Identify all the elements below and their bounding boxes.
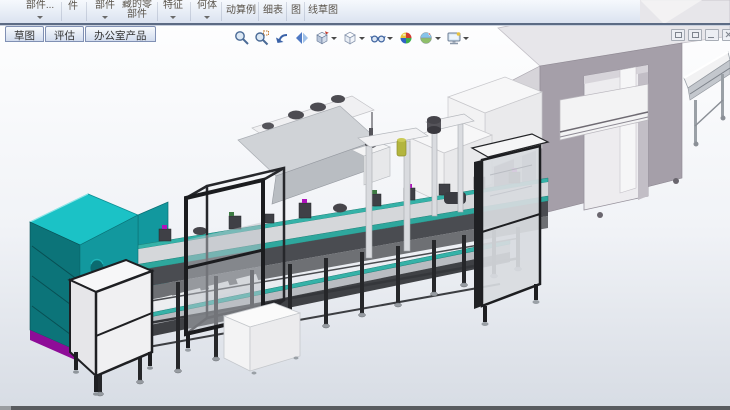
heads-up-view-toolbar: [233, 29, 471, 47]
ribbon-button-show-hidden-components[interactable]: 藏的零部件: [119, 0, 155, 20]
command-manager-ribbon: 部件... 件 部件 藏的零部件 特征 何体 动算例 细表 图: [0, 0, 730, 23]
dropdown-caret-icon[interactable]: [387, 37, 393, 40]
document-window-controls: [671, 29, 730, 41]
tab-sketch[interactable]: 草图: [5, 26, 44, 42]
dropdown-caret-icon[interactable]: [359, 37, 365, 40]
ribbon-button-move-component[interactable]: 部件: [90, 1, 120, 11]
ribbon-separator: [221, 2, 222, 21]
ribbon-separator: [61, 2, 62, 21]
edit-appearance-icon[interactable]: [397, 29, 415, 47]
ribbon-divider: [0, 23, 730, 25]
taskbar-edge-left: [0, 406, 11, 410]
hide-show-items-icon[interactable]: [369, 29, 395, 47]
ribbon-separator: [190, 2, 191, 21]
ribbon-button-assembly-features[interactable]: 特征: [160, 1, 186, 11]
ribbon-button-reference-geometry[interactable]: 何体: [194, 1, 220, 11]
ribbon-separator: [258, 2, 259, 21]
tab-evaluate[interactable]: 评估: [45, 26, 84, 42]
tab-office-products[interactable]: 办公室产品: [85, 26, 156, 42]
ribbon-button-insert-components[interactable]: 部件...: [20, 1, 60, 11]
dropdown-caret-icon[interactable]: [435, 37, 441, 40]
dropdown-caret-icon[interactable]: [331, 37, 337, 40]
ribbon-separator: [286, 2, 287, 21]
doc-minimize-button[interactable]: [705, 29, 719, 41]
command-manager-tabs: 草图 评估 办公室产品: [5, 26, 157, 42]
zoom-to-fit-icon[interactable]: [233, 29, 251, 47]
dropdown-caret-icon[interactable]: [102, 16, 108, 19]
apply-scene-icon[interactable]: [417, 29, 443, 47]
ribbon-separator: [304, 2, 305, 21]
doc-maximize-button[interactable]: [688, 29, 702, 41]
view-settings-icon[interactable]: [445, 29, 471, 47]
maximize-icon: [692, 32, 699, 38]
display-style-icon[interactable]: [341, 29, 367, 47]
view-orientation-icon[interactable]: [313, 29, 339, 47]
dropdown-caret-icon[interactable]: [204, 16, 210, 19]
section-view-icon[interactable]: [293, 29, 311, 47]
assembly-3d-view: [0, 0, 730, 410]
previous-view-icon[interactable]: [273, 29, 291, 47]
ribbon-separator: [157, 2, 158, 21]
ribbon-button-new-motion-study[interactable]: 动算例: [224, 6, 258, 16]
graphics-viewport[interactable]: [0, 0, 730, 410]
dropdown-caret-icon[interactable]: [170, 16, 176, 19]
solidworks-window: 部件... 件 部件 藏的零部件 特征 何体 动算例 细表 图: [0, 0, 730, 410]
doc-restore-button[interactable]: [671, 29, 685, 41]
minimize-icon: [708, 37, 714, 38]
ribbon-button-explode-line-sketch[interactable]: 线草图: [306, 6, 340, 16]
dropdown-caret-icon[interactable]: [463, 37, 469, 40]
restore-icon: [675, 32, 682, 38]
ribbon-button-fasteners[interactable]: 件: [64, 2, 82, 12]
ribbon-button-exploded-view[interactable]: 图: [289, 6, 303, 16]
ribbon-separator: [86, 2, 87, 21]
doc-close-button[interactable]: [722, 29, 730, 41]
dropdown-caret-icon[interactable]: [37, 16, 43, 19]
taskbar-edge: [0, 406, 730, 410]
zoom-to-area-icon[interactable]: [253, 29, 271, 47]
ribbon-button-bill-of-materials[interactable]: 细表: [261, 6, 285, 16]
